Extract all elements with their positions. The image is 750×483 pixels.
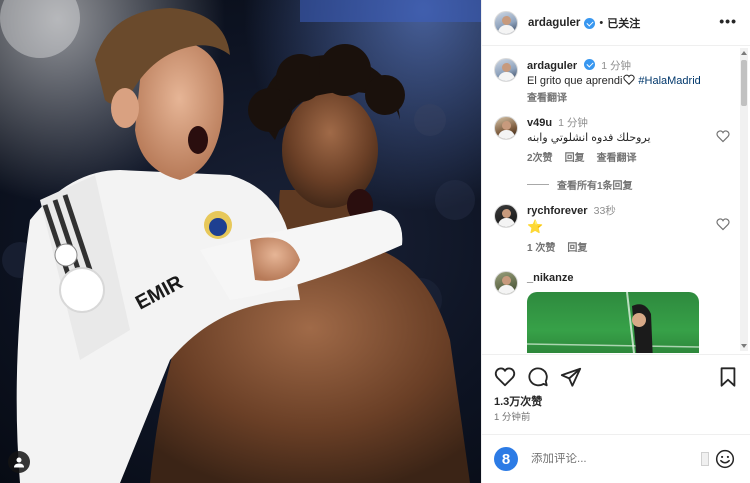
person-icon — [14, 457, 24, 468]
comment-input[interactable] — [531, 453, 691, 465]
like-comment-heart-icon[interactable] — [716, 217, 730, 231]
reply-button[interactable]: 回复 — [567, 239, 587, 254]
photo-illustration: EMIR — [0, 0, 481, 483]
comment-text: ⭐ — [527, 219, 544, 234]
caption-avatar[interactable] — [494, 58, 518, 82]
smiley-icon[interactable] — [715, 449, 735, 469]
comment-item: rychforever 33秒 ⭐ 1 次赞 回复 — [494, 204, 730, 254]
commenter-avatar[interactable] — [494, 116, 518, 140]
comments-list[interactable]: ardaguler 1 分钟 El grito que aprendi #Hala… — [482, 47, 740, 353]
post-actions: 1.3万次赞 1 分钟前 — [482, 354, 750, 434]
see-translation-button[interactable]: 查看翻译 — [527, 89, 567, 104]
commenter-avatar[interactable] — [494, 271, 518, 295]
comment-time: 1 分钟 — [558, 117, 588, 129]
commenter-avatar[interactable] — [494, 204, 518, 228]
share-icon — [560, 367, 582, 387]
input-stepper[interactable] — [701, 452, 709, 466]
view-replies-button[interactable]: 查看所有1条回复 — [527, 177, 633, 192]
like-comment-heart-icon[interactable] — [716, 129, 730, 143]
post-header: ardaguler • 已关注 ••• — [482, 0, 750, 46]
comment-item: v49u 1 分钟 يروحلك فدوه انشلوتي وابنه 2次赞 … — [494, 116, 730, 164]
verified-badge-icon — [584, 18, 596, 29]
comment-item: _nikanze — [494, 271, 730, 295]
author-username[interactable]: ardaguler — [528, 17, 580, 29]
more-options-icon[interactable]: ••• — [719, 14, 737, 28]
save-button[interactable] — [717, 366, 739, 388]
caption-text: El grito que aprendi — [527, 75, 623, 87]
see-translation-button[interactable]: 查看翻译 — [597, 149, 637, 164]
share-button[interactable] — [560, 366, 582, 388]
bookmark-icon — [720, 367, 736, 387]
post-photo[interactable]: EMIR — [0, 0, 481, 483]
field-photo — [527, 292, 699, 353]
comment-button[interactable] — [527, 366, 549, 388]
hashtag-link[interactable]: #HalaMadrid — [638, 75, 700, 87]
caption-username[interactable]: ardaguler — [527, 60, 577, 72]
heart-outline-icon — [623, 74, 636, 85]
caption-time: 1 分钟 — [601, 60, 632, 72]
user-tag-icon[interactable] — [8, 451, 30, 473]
commenter-username[interactable]: _nikanze — [527, 272, 573, 284]
following-button[interactable]: 已关注 — [607, 15, 640, 31]
add-comment-bar: 8 — [482, 434, 750, 483]
emoji-icon[interactable]: 8 — [494, 447, 518, 471]
likes-count[interactable]: 1.3万次赞 — [494, 393, 542, 409]
author-avatar[interactable] — [494, 10, 518, 35]
separator-dot: • — [599, 16, 604, 29]
caption: ardaguler 1 分钟 El grito que aprendi #Hala… — [494, 58, 730, 104]
comment-text: يروحلك فدوه انشلوتي وابنه — [527, 132, 651, 144]
comment-icon — [528, 367, 548, 387]
like-button[interactable] — [494, 366, 516, 388]
commenter-username[interactable]: rychforever — [527, 205, 588, 217]
reply-button[interactable]: 回复 — [565, 149, 585, 164]
post-side-panel: ardaguler • 已关注 ••• ardaguler 1 分钟 El gr… — [481, 0, 750, 483]
heart-icon — [494, 367, 516, 387]
verified-badge-icon — [584, 59, 596, 70]
comment-likes[interactable]: 1 次赞 — [527, 239, 555, 254]
comment-attached-image[interactable] — [527, 292, 699, 353]
comment-time: 33秒 — [593, 205, 616, 217]
scroll-up-arrow-icon[interactable] — [741, 51, 747, 55]
scroll-down-arrow-icon[interactable] — [741, 344, 747, 348]
scroll-thumb[interactable] — [741, 60, 747, 106]
comment-likes[interactable]: 2次赞 — [527, 149, 553, 164]
commenter-username[interactable]: v49u — [527, 117, 552, 129]
posted-time: 1 分钟前 — [494, 412, 531, 423]
comments-scrollbar[interactable] — [740, 48, 748, 351]
